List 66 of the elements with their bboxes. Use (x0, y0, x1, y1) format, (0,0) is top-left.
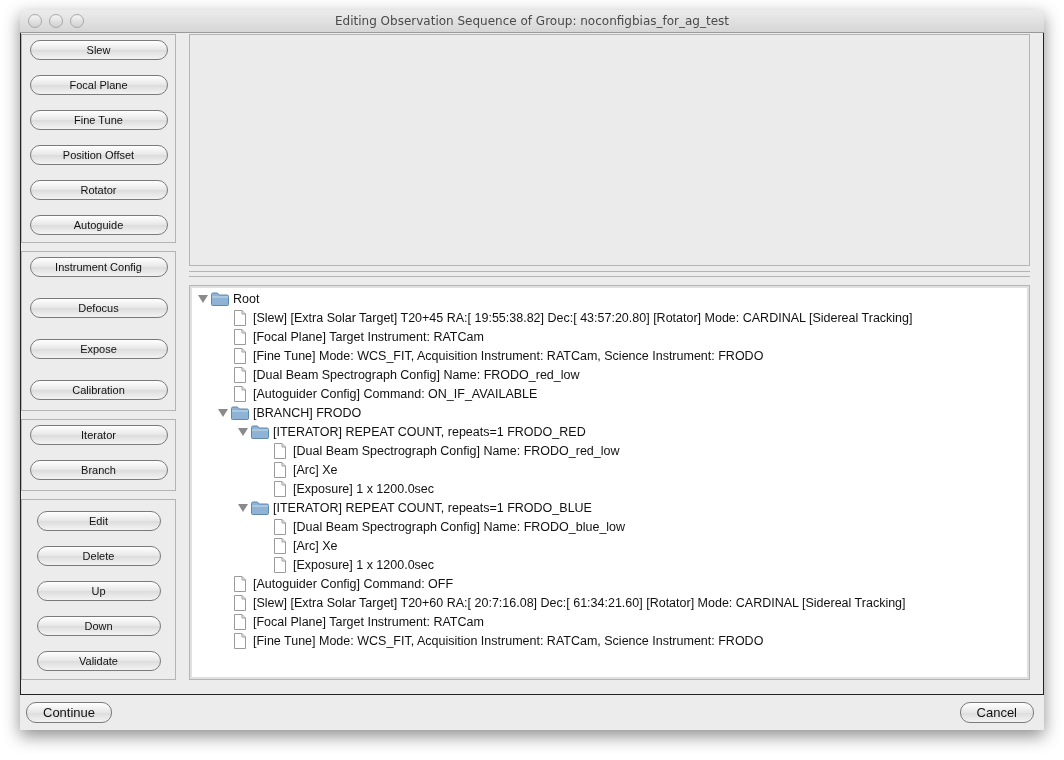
folder-icon (251, 424, 269, 439)
document-icon (234, 347, 246, 364)
action-button[interactable]: Focal Plane (29, 75, 168, 95)
tree-item[interactable]: [BRANCH] FRODO (253, 405, 362, 420)
footer-button[interactable]: Continue (26, 702, 113, 723)
expanded-arrow-icon[interactable] (238, 503, 248, 512)
minimize-button[interactable] (49, 14, 63, 28)
expanded-arrow-icon[interactable] (238, 427, 248, 436)
expanded-arrow-icon[interactable] (218, 408, 228, 417)
tree-item[interactable]: [Dual Beam Spectrograph Config] Name: FRODO_red_low (293, 443, 620, 458)
tree-item[interactable]: [Slew] [Extra Solar Target] T20+60 RA:[ 20:7:16.08] Dec:[ 61:34:21.60] [Rotator] Mode: CARDINAL [Sidereal Tracking] (253, 595, 906, 610)
document-icon (234, 328, 246, 345)
document-icon (274, 556, 286, 573)
tree-item[interactable]: [Autoguider Config] Command: OFF (253, 576, 454, 591)
expanded-arrow-icon[interactable] (198, 294, 208, 303)
tree-item[interactable]: [Arc] Xe (293, 538, 338, 553)
tree-item[interactable]: [Arc] Xe (293, 462, 338, 477)
tree-item[interactable]: [Exposure] 1 x 1200.0sec (293, 481, 435, 496)
action-button[interactable]: Branch (29, 460, 168, 480)
tree-item[interactable]: [Focal Plane] Target Instrument: RATCam (253, 614, 484, 629)
tree-item[interactable]: [Autoguider Config] Command: ON_IF_AVAILABLE (253, 386, 538, 401)
tree-item[interactable]: [Focal Plane] Target Instrument: RATCam (253, 329, 484, 344)
folder-icon (211, 291, 229, 306)
document-icon (274, 442, 286, 459)
tree-item[interactable]: [ITERATOR] REPEAT COUNT, repeats=1 FRODO_RED (273, 424, 586, 439)
document-icon (234, 309, 246, 326)
action-button[interactable]: Down (36, 616, 161, 636)
tree-item[interactable]: [Slew] [Extra Solar Target] T20+45 RA:[ 19:55:38.82] Dec:[ 43:57:20.80] [Rotator] Mode: CARDINAL [Sidereal Tracking] (253, 310, 913, 325)
document-icon (234, 385, 246, 402)
tree-item[interactable]: [ITERATOR] REPEAT COUNT, repeats=1 FRODO_BLUE (273, 500, 592, 515)
action-button[interactable]: Up (36, 581, 161, 601)
tree-item[interactable]: [Exposure] 1 x 1200.0sec (293, 557, 435, 572)
action-button[interactable]: Fine Tune (29, 110, 168, 130)
folder-icon (251, 500, 269, 515)
footer-button[interactable]: Cancel (959, 702, 1034, 723)
document-icon (234, 613, 246, 630)
tree-item[interactable]: [Dual Beam Spectrograph Config] Name: FRODO_blue_low (293, 519, 626, 534)
folder-icon (231, 405, 249, 420)
action-button[interactable]: Position Offset (29, 145, 168, 165)
window-title: Editing Observation Sequence of Group: noconfigbias_for_ag_test (335, 14, 729, 28)
zoom-button[interactable] (70, 14, 84, 28)
document-icon (274, 480, 286, 497)
document-icon (234, 575, 246, 592)
document-icon (274, 461, 286, 478)
document-icon (234, 594, 246, 611)
action-button[interactable]: Edit (36, 511, 161, 531)
tree-item[interactable]: [Fine Tune] Mode: WCS_FIT, Acquisition Instrument: RATCam, Science Instrument: FRODO (253, 633, 764, 648)
action-button[interactable]: Iterator (29, 425, 168, 445)
document-icon (274, 518, 286, 535)
action-button[interactable]: Validate (36, 651, 161, 671)
action-button[interactable]: Defocus (29, 298, 168, 318)
tree-item[interactable]: Root (233, 291, 260, 306)
close-button[interactable] (28, 14, 42, 28)
tree-item[interactable]: [Dual Beam Spectrograph Config] Name: FRODO_red_low (253, 367, 580, 382)
action-button[interactable]: Rotator (29, 180, 168, 200)
action-button[interactable]: Instrument Config (29, 257, 168, 277)
document-icon (234, 366, 246, 383)
action-button[interactable]: Calibration (29, 380, 168, 400)
split-divider[interactable] (189, 271, 1030, 277)
action-button[interactable]: Slew (29, 40, 168, 60)
document-icon (234, 632, 246, 649)
document-icon (274, 537, 286, 554)
action-button[interactable]: Expose (29, 339, 168, 359)
action-button[interactable]: Autoguide (29, 215, 168, 235)
action-button[interactable]: Delete (36, 546, 161, 566)
tree-item[interactable]: [Fine Tune] Mode: WCS_FIT, Acquisition Instrument: RATCam, Science Instrument: FRODO (253, 348, 764, 363)
